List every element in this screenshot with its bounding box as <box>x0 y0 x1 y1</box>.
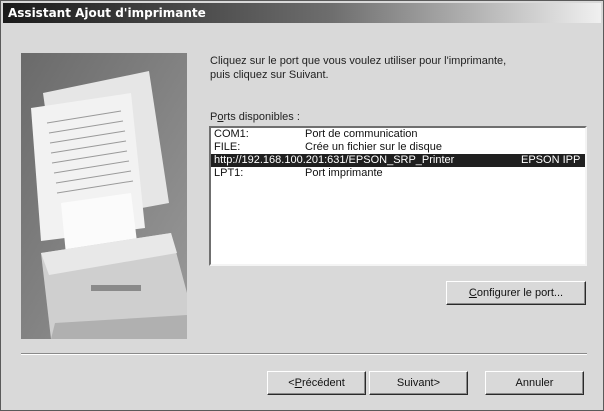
port-name: FILE: <box>214 141 241 153</box>
port-list-item-lpt1[interactable]: LPT1: Port imprimante <box>211 167 585 180</box>
port-description: Crée un fichier sur le disque <box>305 141 442 153</box>
add-printer-wizard-window: Assistant Ajout d'imprimante Cliquez sur… <box>0 0 604 411</box>
instructions-line-1: Cliquez sur le port que vous voulez util… <box>210 55 507 67</box>
next-button-label: Suivant <box>396 377 434 389</box>
instructions-text: Cliquez sur le port que vous voulez util… <box>210 54 590 82</box>
back-button-accel: P <box>294 377 302 389</box>
configure-port-accel: C <box>468 287 477 299</box>
port-description: EPSON IPP <box>521 154 581 166</box>
separator-line <box>21 353 587 355</box>
back-button[interactable]: < Précédent <box>267 371 366 395</box>
title-bar[interactable]: Assistant Ajout d'imprimante <box>3 3 601 23</box>
port-list-item-com1[interactable]: COM1: Port de communication <box>211 128 585 141</box>
available-ports-label-suffix: rts disponibles : <box>223 111 300 123</box>
configure-port-label: onfigurer le port... <box>476 287 564 299</box>
window-title: Assistant Ajout d'imprimante <box>8 6 206 20</box>
printer-illustration-icon <box>21 53 187 339</box>
port-description: Port de communication <box>305 128 418 140</box>
cancel-button-label: Annuler <box>515 377 554 389</box>
available-ports-list[interactable]: COM1: Port de communication FILE: Crée u… <box>209 126 587 266</box>
back-button-label: récédent <box>301 377 345 389</box>
port-name: http://192.168.100.201:631/EPSON_SRP_Pri… <box>214 154 455 166</box>
available-ports-label: Ports disponibles : <box>210 111 300 123</box>
instructions-line-2: puis cliquez sur Suivant. <box>210 69 329 81</box>
port-description: Port imprimante <box>305 167 383 179</box>
wizard-illustration <box>21 53 187 339</box>
port-name: LPT1: <box>214 167 244 179</box>
configure-port-button[interactable]: Configurer le port... <box>446 281 586 305</box>
next-button-arrow: > <box>433 377 441 389</box>
port-list-item-http-selected[interactable]: http://192.168.100.201:631/EPSON_SRP_Pri… <box>211 154 585 167</box>
port-name: COM1: <box>214 128 249 140</box>
next-button[interactable]: Suivant > <box>369 371 468 395</box>
port-list-item-file[interactable]: FILE: Crée un fichier sur le disque <box>211 141 585 154</box>
cancel-button[interactable]: Annuler <box>485 371 584 395</box>
